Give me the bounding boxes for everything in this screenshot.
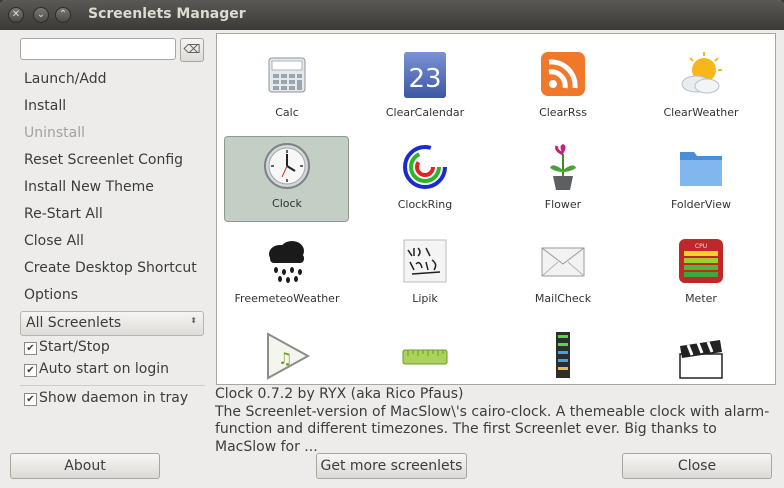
screenlet-name: ClearCalendar: [385, 106, 465, 119]
play-icon: ♫: [267, 332, 311, 380]
screenlet-mailcheck[interactable]: MailCheck: [501, 232, 625, 317]
screenlet-clockring[interactable]: ClockRing: [363, 138, 487, 223]
autostart-label: Auto start on login: [39, 361, 170, 377]
screenlet-freemeteoweather[interactable]: FreemeteoWeather: [225, 232, 349, 317]
check-icon: ✔: [24, 393, 37, 406]
screenlets-grid: Calc 23 ClearCalendar ClearRss ClearWeat…: [216, 33, 776, 385]
rain-cloud-icon: [269, 241, 304, 283]
reset-config-button[interactable]: Reset Screenlet Config: [24, 152, 183, 168]
screenlet-clearrss[interactable]: ClearRss: [501, 46, 625, 131]
screenlet-flower[interactable]: Flower: [501, 138, 625, 223]
screenlet-meter[interactable]: CPU Meter: [639, 232, 763, 317]
clear-search-button[interactable]: ⌫: [180, 38, 204, 62]
screenlet-name: Clock: [272, 197, 302, 210]
uninstall-button: Uninstall: [24, 125, 86, 141]
get-more-screenlets-button[interactable]: Get more screenlets: [316, 453, 467, 479]
maximize-window-button[interactable]: ⌃: [55, 7, 71, 23]
calendar-icon: 23: [404, 52, 446, 98]
screenlet-clearcalendar[interactable]: 23 ClearCalendar: [363, 46, 487, 131]
check-icon: ✔: [24, 364, 37, 377]
clear-icon: ⌫: [183, 42, 201, 56]
screenlet-name: Meter: [685, 292, 717, 305]
close-window-button[interactable]: ✕: [8, 7, 24, 23]
chevron-down-icon: ⌄: [36, 9, 46, 20]
install-button[interactable]: Install: [24, 98, 66, 114]
about-button[interactable]: About: [10, 453, 160, 479]
start-stop-label: Start/Stop: [39, 339, 110, 355]
close-button[interactable]: Close: [622, 453, 772, 479]
screenlet-name: MailCheck: [534, 292, 592, 305]
screenlet-item[interactable]: [639, 326, 763, 384]
sketch-icon: [403, 239, 447, 283]
meter-badge: CPU: [695, 243, 707, 250]
screenlet-name: FolderView: [670, 198, 732, 211]
filter-select[interactable]: All Screenlets ⬍: [20, 311, 204, 336]
launch-add-button[interactable]: Launch/Add: [24, 71, 107, 87]
restart-all-button[interactable]: Re-Start All: [24, 206, 103, 222]
calendar-day: 23: [408, 64, 441, 94]
screenlet-name: ClearRss: [539, 106, 587, 119]
equalizer-icon: [556, 332, 570, 378]
close-all-button[interactable]: Close All: [24, 233, 84, 249]
sidebar-divider: [20, 385, 205, 386]
calculator-icon: [268, 57, 306, 93]
ruler-icon: [402, 349, 448, 365]
description-line: function and different timezones. The fi…: [215, 421, 717, 437]
folder-icon: [680, 152, 722, 186]
options-button[interactable]: Options: [24, 287, 78, 303]
clapperboard-icon: [679, 340, 723, 379]
check-icon: ✔: [24, 342, 37, 355]
screenlet-name: Calc: [275, 106, 299, 119]
screenlet-lipik[interactable]: Lipik: [363, 232, 487, 317]
description-line: The Screenlet-version of MacSlow\'s cair…: [215, 403, 770, 420]
screenlet-item[interactable]: ♫: [225, 326, 349, 384]
meter-icon: CPU: [679, 239, 723, 283]
clock-icon: [264, 143, 310, 189]
description-line: Clock 0.7.2 by RYX (aka Rico Pfaus): [215, 386, 464, 402]
screenlet-name: ClockRing: [397, 198, 453, 211]
svg-text:♫: ♫: [278, 349, 292, 368]
rss-icon: [541, 52, 585, 96]
screenlets-manager-window: ✕ ⌄ ⌃ Screenlets Manager ⌫ Launch/Add In…: [0, 0, 784, 488]
mail-icon: [541, 247, 585, 277]
screenlet-calc[interactable]: Calc: [225, 46, 349, 131]
screenlet-item[interactable]: [501, 326, 625, 384]
close-icon: ✕: [11, 9, 21, 20]
flower-icon: [550, 144, 576, 190]
screenlet-name: FreemeteoWeather: [234, 292, 340, 305]
install-theme-button[interactable]: Install New Theme: [24, 179, 154, 195]
screenlet-item[interactable]: [363, 326, 487, 384]
minimize-window-button[interactable]: ⌄: [33, 7, 49, 23]
window-title: Screenlets Manager: [88, 6, 246, 22]
screenlet-name: Lipik: [412, 292, 438, 305]
screenlet-name: Flower: [544, 198, 582, 211]
screenlet-clock[interactable]: Clock: [224, 136, 349, 222]
chevron-up-icon: ⌃: [58, 9, 68, 20]
weather-icon: [681, 52, 722, 94]
screenlet-description: Clock 0.7.2 by RYX (aka Rico Pfaus) The …: [215, 386, 770, 456]
screenlet-name: ClearWeather: [663, 106, 739, 119]
title-bar: ✕ ⌄ ⌃ Screenlets Manager: [0, 0, 784, 30]
screenlet-clearweather[interactable]: ClearWeather: [639, 46, 763, 131]
filter-selected-label: All Screenlets: [26, 315, 122, 331]
screenlet-folderview[interactable]: FolderView: [639, 138, 763, 223]
create-shortcut-button[interactable]: Create Desktop Shortcut: [24, 260, 197, 276]
updown-icon: ⬍: [190, 316, 197, 325]
search-input[interactable]: [20, 38, 176, 60]
tray-label: Show daemon in tray: [39, 390, 189, 406]
clock-ring-icon: [403, 145, 447, 189]
